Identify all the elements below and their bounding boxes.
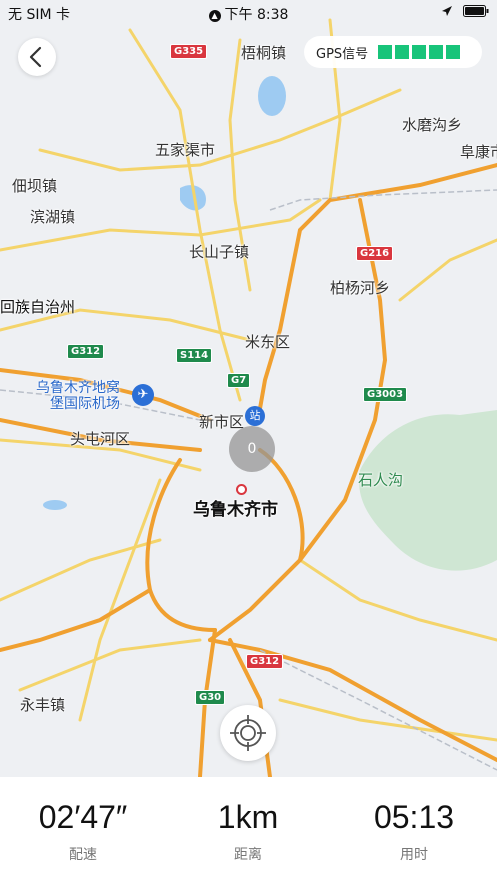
gps-signal-indicator: GPS信号 [304,36,482,68]
road-shield: G7 [227,373,251,388]
place-label: 石人沟 [358,471,404,489]
place-label: 长山子镇 [189,243,250,261]
battery-icon [463,5,489,17]
place-label: 新市区 [199,413,245,431]
gps-bar [446,45,461,59]
duration-value: 05:13 [373,799,455,835]
pace-value: 02′47″ [38,799,128,835]
duration-label: 用时 [400,847,428,863]
place-label: 五家渠市 [155,141,216,159]
place-label: 头屯河区 [70,430,131,448]
map-view[interactable]: 梧桐镇 五家渠市 水磨沟乡 阜康市 佃坝镇 滨湖镇 长山子镇 柏杨河乡 回族自治… [0,0,497,777]
pace-label: 配速 [69,847,97,863]
location-cluster[interactable]: 0 [229,426,275,472]
crosshair-icon [230,715,266,751]
place-label: 梧桐镇 [241,44,287,62]
city-dot-icon [236,484,247,495]
status-time: 下午 8:38 [224,7,289,23]
airport-label: 乌鲁木齐地窝 堡国际机场 [36,380,120,412]
road-shield: G312 [246,654,284,669]
road-shield: G216 [356,246,394,261]
gps-bar [378,45,393,59]
pace-stat: 02′47″ 配速 [0,799,166,864]
place-label: 回族自治州 [0,298,76,316]
road-shield: G3003 [363,387,408,402]
road-shield: G30 [195,690,226,705]
gps-bar [429,45,444,59]
duration-stat: 05:13 用时 [331,799,497,864]
place-label: 水磨沟乡 [402,116,463,134]
navigation-icon: ▲ [208,10,221,22]
locate-me-button[interactable] [220,705,276,761]
road-shield: G335 [170,44,208,59]
road-shield: G312 [67,344,105,359]
gps-label: GPS信号 [316,46,369,62]
place-label: 柏杨河乡 [330,279,391,297]
place-label: 阜康市 [460,143,497,161]
chevron-left-icon [29,46,42,68]
location-arrow-icon [442,6,452,16]
workout-stats-panel: 02′47″ 配速 1km 距离 05:13 用时 [0,777,497,883]
back-button[interactable] [18,38,56,76]
status-bar: 无 SIM 卡 ▲ 下午 8:38 [0,0,497,26]
railway-station-icon: 站 [245,406,265,426]
distance-value: 1km [217,799,279,835]
place-label: 永丰镇 [20,696,66,714]
place-label: 佃坝镇 [12,177,58,195]
place-label: 米东区 [245,333,291,351]
gps-bar [395,45,410,59]
road-shield: S114 [176,348,213,363]
place-label: 滨湖镇 [30,208,76,226]
airport-icon[interactable]: ✈ [132,384,154,406]
gps-bar [412,45,427,59]
distance-stat: 1km 距离 [165,799,331,864]
distance-label: 距离 [234,847,262,863]
city-label: 乌鲁木齐市 [193,500,278,520]
